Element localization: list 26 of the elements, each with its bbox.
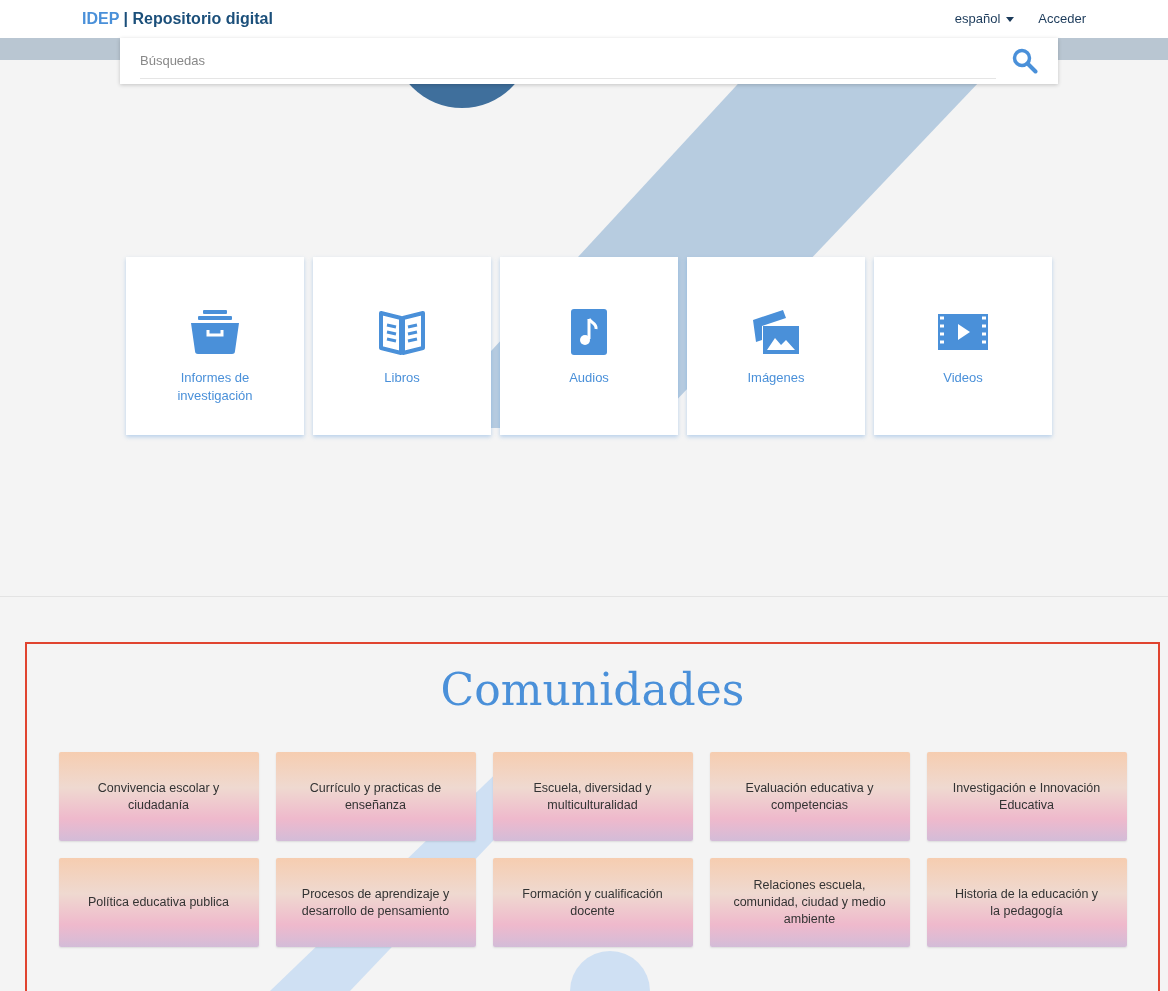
archive-box-icon: [191, 310, 239, 354]
search-bar[interactable]: Búsquedas: [120, 38, 1058, 84]
category-tile[interactable]: Videos: [874, 257, 1052, 435]
category-tile[interactable]: Libros: [313, 257, 491, 435]
category-tile[interactable]: Informes de investigación: [126, 257, 304, 435]
community-card[interactable]: Política educativa publica: [58, 858, 259, 947]
community-card[interactable]: Convivencia escolar y ciudadanía: [58, 752, 259, 841]
site-title[interactable]: IDEP | Repositorio digital: [82, 7, 273, 31]
login-link[interactable]: Acceder: [1038, 9, 1086, 29]
community-card[interactable]: Formación y cualificación docente: [492, 858, 693, 947]
caret-icon: [1006, 16, 1015, 22]
community-card[interactable]: Historia de la educación y la pedagogía: [926, 858, 1127, 947]
music-note-icon: [571, 309, 607, 355]
community-card[interactable]: Investigación e Innovación Educativa: [926, 752, 1127, 841]
search-field[interactable]: Búsquedas: [140, 43, 996, 79]
community-card[interactable]: Escuela, diversidad y multiculturalidad: [492, 752, 693, 841]
language-dropdown[interactable]: español: [954, 9, 1015, 29]
community-card[interactable]: Evaluación educativa y competencias: [709, 752, 910, 841]
open-book-icon: [379, 309, 425, 355]
community-card[interactable]: Relaciones escuela, comunidad, ciudad y medio ambiente: [709, 858, 910, 947]
search-icon[interactable]: [1012, 48, 1038, 74]
images-icon: [751, 308, 801, 356]
community-card[interactable]: Currículo y practicas de enseñanza: [275, 752, 476, 841]
section-heading: Comunidades: [440, 663, 745, 717]
community-card[interactable]: Procesos de aprendizaje y desarrollo de pensamiento: [275, 858, 476, 947]
film-play-icon: [938, 314, 988, 350]
